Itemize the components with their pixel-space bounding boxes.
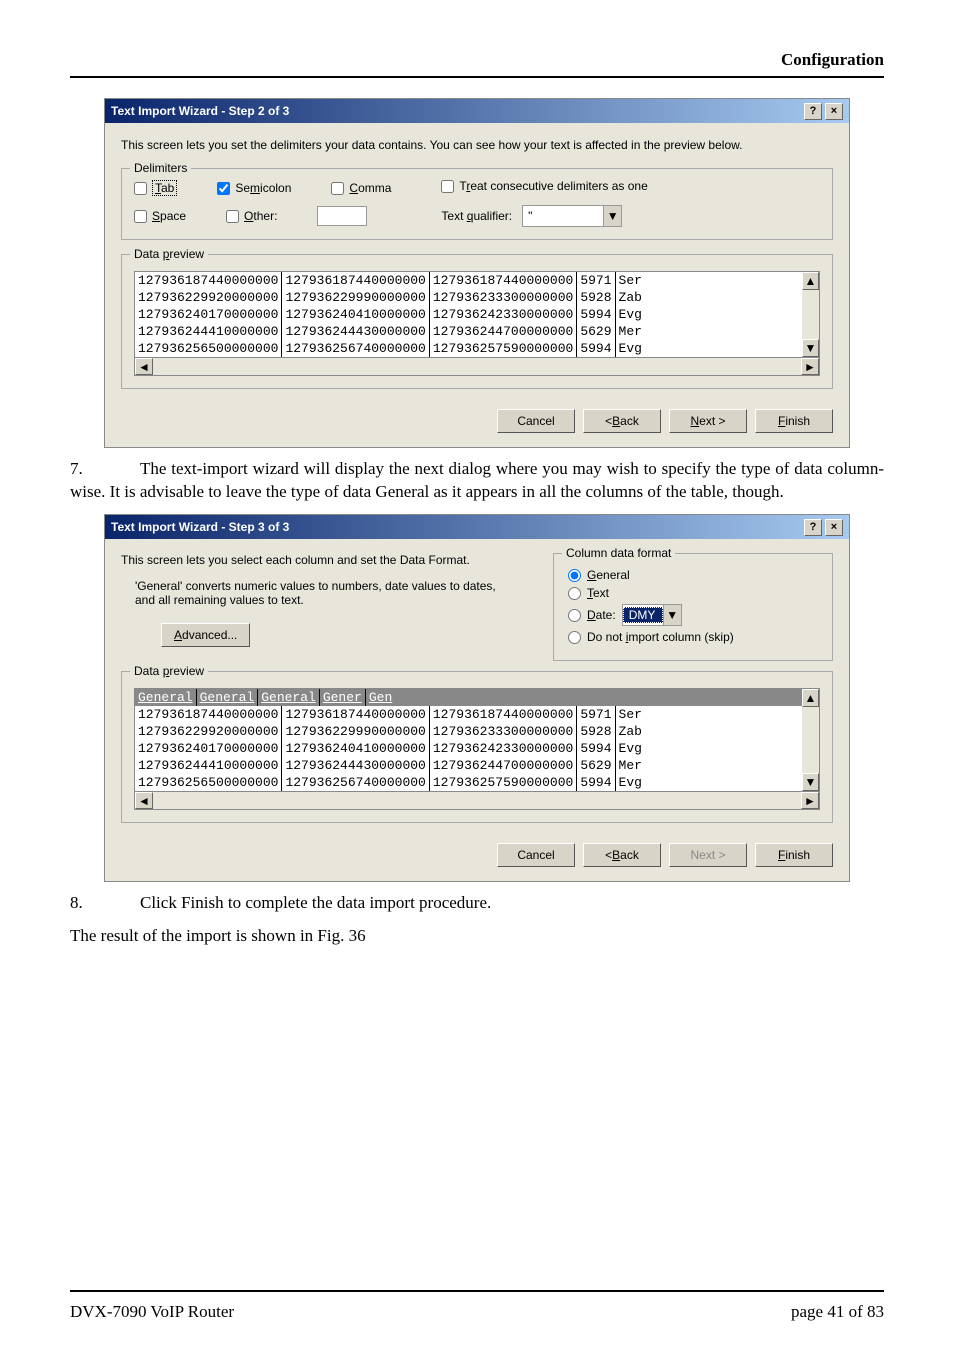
wizard2-preview-grid: 1279361874400000001279361874400000001279… xyxy=(134,271,802,358)
cancel-button[interactable]: Cancel xyxy=(497,843,575,867)
header-rule xyxy=(70,76,884,78)
finish-button[interactable]: Finish xyxy=(755,409,833,433)
back-button[interactable]: < Back xyxy=(583,843,661,867)
wizard3-intro2: 'General' converts numeric values to num… xyxy=(121,579,513,607)
wizard2-titlebar: Text Import Wizard - Step 2 of 3 ? × xyxy=(105,99,849,123)
scroll-right-icon[interactable]: ► xyxy=(801,358,819,375)
space-checkbox[interactable]: Space xyxy=(134,209,186,223)
next-button[interactable]: Next > xyxy=(669,409,747,433)
tab-checkbox[interactable]: Tab xyxy=(134,180,177,196)
column-data-format-group: Column data format General Text Date: DM… xyxy=(553,553,833,661)
wizard-step3-dialog: Text Import Wizard - Step 3 of 3 ? × Thi… xyxy=(104,514,850,882)
wizard2-preview-group: Data preview 127936187440000000127936187… xyxy=(121,254,833,389)
text-qualifier-label: Text qualifier: xyxy=(441,209,512,223)
wizard3-titlebar: Text Import Wizard - Step 3 of 3 ? × xyxy=(105,515,849,539)
text-qualifier-combo[interactable]: " ▼ xyxy=(522,205,622,227)
scroll-left-icon[interactable]: ◄ xyxy=(135,792,153,809)
wizard-step2-dialog: Text Import Wizard - Step 2 of 3 ? × Thi… xyxy=(104,98,850,448)
treat-consecutive-checkbox[interactable]: Treat consecutive delimiters as one xyxy=(441,179,647,193)
scroll-right-icon[interactable]: ► xyxy=(801,792,819,809)
horizontal-scrollbar[interactable]: ◄ ► xyxy=(134,792,820,810)
scroll-down-icon[interactable]: ▼ xyxy=(802,339,819,357)
footer-left: DVX-7090 VoIP Router xyxy=(70,1302,234,1322)
wizard3-preview-group: Data preview GeneralGeneralGeneralGenerG… xyxy=(121,671,833,823)
chevron-down-icon[interactable]: ▼ xyxy=(603,206,621,226)
scroll-down-icon[interactable]: ▼ xyxy=(802,773,819,791)
skip-radio[interactable]: Do not import column (skip) xyxy=(568,630,818,644)
delimiters-group: Delimiters Tab Semicolon Comma Space Oth… xyxy=(121,168,833,240)
close-icon[interactable]: × xyxy=(825,103,843,120)
wizard3-title: Text Import Wizard - Step 3 of 3 xyxy=(111,520,289,534)
date-format-combo[interactable]: DMY ▼ xyxy=(622,604,682,626)
wizard3-preview-grid: GeneralGeneralGeneralGenerGen 1279361874… xyxy=(134,688,802,792)
comma-checkbox[interactable]: Comma xyxy=(331,181,391,195)
semicolon-checkbox[interactable]: Semicolon xyxy=(217,181,291,195)
chevron-down-icon[interactable]: ▼ xyxy=(663,605,681,625)
cdf-legend: Column data format xyxy=(562,546,675,560)
wizard2-intro: This screen lets you set the delimiters … xyxy=(121,137,833,154)
footer-right: page 41 of 83 xyxy=(791,1302,884,1322)
paragraph-7: 7.The text-import wizard will display th… xyxy=(70,458,884,504)
next-button: Next > xyxy=(669,843,747,867)
close-icon[interactable]: × xyxy=(825,519,843,536)
date-radio[interactable]: Date: DMY ▼ xyxy=(568,604,818,626)
help-icon[interactable]: ? xyxy=(804,519,822,536)
footer-rule xyxy=(70,1290,884,1292)
delimiters-legend: Delimiters xyxy=(130,161,191,175)
paragraph-9: The result of the import is shown in Fig… xyxy=(70,925,884,948)
help-icon[interactable]: ? xyxy=(804,103,822,120)
horizontal-scrollbar[interactable]: ◄ ► xyxy=(134,358,820,376)
page-header: Configuration xyxy=(70,50,884,70)
text-radio[interactable]: Text xyxy=(568,586,818,600)
wizard2-preview-legend: Data preview xyxy=(130,247,208,261)
vertical-scrollbar[interactable]: ▲ ▼ xyxy=(802,271,820,358)
wizard3-preview-legend: Data preview xyxy=(130,664,208,678)
other-checkbox[interactable]: Other: xyxy=(226,209,277,223)
cancel-button[interactable]: Cancel xyxy=(497,409,575,433)
back-button[interactable]: < Back xyxy=(583,409,661,433)
other-input[interactable] xyxy=(317,206,367,226)
scroll-up-icon[interactable]: ▲ xyxy=(802,272,819,290)
scroll-left-icon[interactable]: ◄ xyxy=(135,358,153,375)
finish-button[interactable]: Finish xyxy=(755,843,833,867)
scroll-up-icon[interactable]: ▲ xyxy=(802,689,819,707)
advanced-button[interactable]: Advanced... xyxy=(161,623,250,647)
paragraph-8: 8.Click Finish to complete the data impo… xyxy=(70,892,884,915)
general-radio[interactable]: General xyxy=(568,568,818,582)
wizard2-title: Text Import Wizard - Step 2 of 3 xyxy=(111,104,289,118)
wizard3-intro1: This screen lets you select each column … xyxy=(121,553,513,567)
vertical-scrollbar[interactable]: ▲ ▼ xyxy=(802,688,820,792)
